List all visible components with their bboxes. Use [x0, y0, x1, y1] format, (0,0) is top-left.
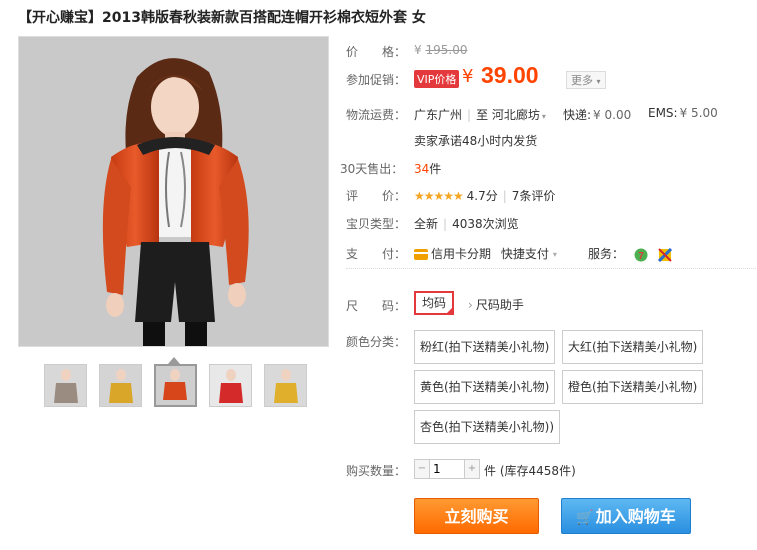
- thumbnail-2[interactable]: [99, 364, 142, 407]
- color-option-pink[interactable]: 粉红(拍下送精美小礼物): [414, 330, 556, 364]
- thumbnail-3-selected[interactable]: [154, 364, 197, 407]
- size-label: 尺 码：: [346, 299, 407, 313]
- express-fee: 快递: ¥ 0.00: [563, 108, 632, 122]
- product-title: 【开心赚宝】2013韩版春秋装新款百搭配连帽开衫棉衣短外套 女: [18, 10, 426, 26]
- buy-now-button[interactable]: 立刻购买: [414, 498, 539, 534]
- price-label: 价 格：: [346, 45, 407, 59]
- original-price: ¥ 195.00: [414, 43, 468, 57]
- color-option-orange[interactable]: 橙色(拍下送精美小礼物): [562, 370, 704, 404]
- rating-label: 评 价：: [346, 189, 407, 203]
- promo-currency: ¥: [462, 66, 474, 87]
- shipping-route: 广东广州 | 至 河北廊坊 ▾: [414, 108, 546, 122]
- item-type-info: 全新 | 4038次浏览: [414, 217, 519, 231]
- svg-text:7: 7: [638, 251, 644, 262]
- promo-price: 39.00: [481, 62, 539, 88]
- promo-label: 参加促销：: [346, 73, 407, 87]
- reviews-link[interactable]: 7条评价: [512, 189, 556, 203]
- sales-count: 34件: [414, 162, 442, 176]
- services: 服务： 7: [588, 245, 672, 262]
- payment-label: 支 付：: [346, 247, 407, 261]
- model-photo-illustration: [19, 37, 328, 346]
- more-promos-dropdown[interactable]: 更多 ▾: [566, 71, 606, 89]
- thumbnail-4[interactable]: [209, 364, 252, 407]
- quantity-stepper: − +: [414, 459, 480, 479]
- selected-check-corner-icon: [445, 306, 454, 315]
- vip-badge: VIP价格: [414, 70, 460, 88]
- chevron-down-icon[interactable]: ▾: [553, 250, 557, 259]
- rating-stars: ★★★★★: [414, 189, 464, 203]
- quantity-input[interactable]: [429, 460, 465, 478]
- color-label: 颜色分类：: [346, 335, 407, 349]
- thumbnail-1[interactable]: [44, 364, 87, 407]
- thumbnail-indicator-arrow: [168, 357, 180, 364]
- section-divider: [346, 268, 756, 269]
- item-type-label: 宝贝类型：: [346, 217, 407, 231]
- cart-icon: 🛒: [576, 510, 594, 526]
- size-helper-link[interactable]: › 尺码助手: [468, 296, 524, 313]
- thumbnail-strip: [44, 364, 307, 407]
- sales-label: 30天售出：: [340, 162, 404, 176]
- thumbnail-5[interactable]: [264, 364, 307, 407]
- color-option-red[interactable]: 大红(拍下送精美小礼物): [562, 330, 704, 364]
- color-option-yellow[interactable]: 黄色(拍下送精美小礼物): [414, 370, 556, 404]
- credit-installment[interactable]: 信用卡分期: [431, 247, 491, 261]
- decrease-button[interactable]: −: [415, 460, 429, 478]
- color-option-apricot[interactable]: 杏色(拍下送精美小礼物)): [414, 410, 561, 444]
- seven-day-return-icon[interactable]: 7: [634, 248, 648, 262]
- shipping-promise: 卖家承诺48小时内发货: [414, 134, 538, 148]
- main-product-image[interactable]: [18, 36, 329, 347]
- ems-fee: EMS: ¥ 5.00: [648, 106, 718, 120]
- payment-options: 信用卡分期 快捷支付 ▾: [414, 245, 557, 262]
- shipping-to[interactable]: 河北廊坊: [492, 108, 540, 122]
- increase-button[interactable]: +: [465, 460, 479, 478]
- shipping-from[interactable]: 广东广州: [414, 108, 462, 122]
- consumer-guarantee-icon[interactable]: [657, 247, 672, 262]
- size-option-selected[interactable]: 均码: [414, 291, 454, 315]
- quick-pay[interactable]: 快捷支付: [501, 247, 549, 261]
- add-to-cart-button[interactable]: 🛒 加入购物车: [561, 498, 691, 534]
- stock-info: 件 (库存4458件): [484, 464, 576, 478]
- credit-card-icon: [414, 249, 428, 260]
- shipping-label: 物流运费：: [346, 108, 407, 122]
- rating-info: ★★★★★ 4.7分 | 7条评价: [414, 189, 556, 203]
- quantity-label: 购买数量：: [346, 464, 407, 478]
